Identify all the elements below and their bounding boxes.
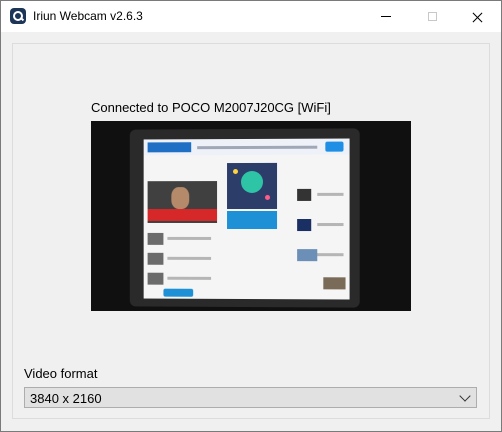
preview-site-logo (147, 142, 192, 153)
iriun-webcam-icon (10, 8, 26, 24)
title-bar[interactable]: Iriun Webcam v2.6.3 (1, 1, 501, 32)
preview-screen-content (143, 138, 350, 300)
window-title: Iriun Webcam v2.6.3 (33, 9, 143, 23)
connection-status: Connected to POCO M2007J20CG [WiFi] (91, 100, 331, 115)
maximize-icon (427, 12, 437, 21)
preview-illustration (227, 162, 278, 210)
video-format-label: Video format (24, 366, 98, 381)
preview-row-line (317, 253, 344, 257)
preview-site-nav (197, 145, 318, 150)
video-format-select[interactable]: 3840 x 2160 (24, 387, 477, 408)
preview-tablet-image (129, 128, 360, 308)
preview-blue-caption (227, 210, 278, 230)
preview-row-line (317, 223, 344, 227)
preview-face-shape (171, 187, 190, 210)
preview-dot-yellow (233, 169, 239, 175)
close-icon (473, 12, 483, 22)
preview-row-thumb (147, 252, 164, 265)
preview-row-line (167, 256, 212, 260)
preview-row-line (317, 192, 344, 196)
preview-row-thumb (147, 232, 164, 245)
preview-side-thumb (297, 188, 312, 201)
preview-side-thumb (297, 219, 312, 232)
minimize-button[interactable] (363, 1, 409, 32)
preview-side-thumb (323, 277, 346, 290)
preview-hero-image (147, 181, 218, 223)
app-window: Iriun Webcam v2.6.3 Connected to POCO M2… (0, 0, 502, 432)
preview-site-button (325, 141, 344, 152)
preview-planet-shape (241, 170, 264, 194)
preview-dot-pink (265, 194, 271, 200)
chevron-down-icon (459, 390, 471, 402)
preview-blue-button (163, 288, 194, 297)
preview-row-thumb (147, 272, 164, 285)
preview-hero-caption (147, 209, 218, 221)
maximize-button (409, 1, 455, 32)
preview-row-line (167, 236, 212, 240)
minimize-icon (381, 16, 391, 17)
preview-side-thumb (297, 249, 318, 262)
video-format-value: 3840 x 2160 (30, 391, 102, 406)
camera-preview (91, 121, 411, 311)
close-button[interactable] (455, 1, 501, 32)
preview-row-line (167, 276, 212, 280)
